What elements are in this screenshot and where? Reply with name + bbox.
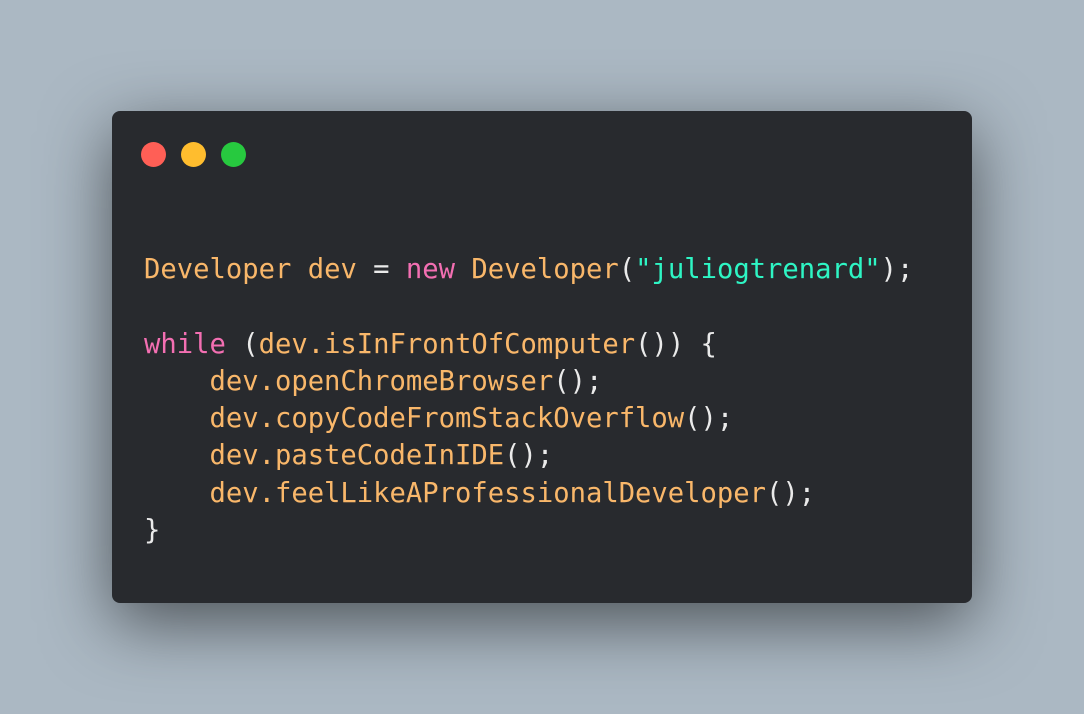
code-token-identifier: dev.openChromeBrowser — [209, 365, 554, 397]
code-token-plain: = — [356, 254, 406, 285]
code-token-string: "juliogtrenard" — [635, 254, 881, 285]
code-token-identifier: dev.feelLikeAProfessionalDeveloper — [209, 477, 767, 509]
minimize-button[interactable] — [181, 142, 206, 167]
code-token-plain: (); — [684, 403, 734, 435]
code-token-identifier: Developer — [144, 254, 292, 285]
code-line: Developer dev = new Developer("juliogtre… — [144, 251, 913, 288]
code-token-plain: (); — [504, 440, 554, 472]
code-line: } — [144, 512, 913, 549]
code-token-plain: ( — [225, 328, 259, 360]
code-line: dev.pasteCodeInIDE(); — [144, 437, 913, 474]
code-block: Developer dev = new Developer("juliogtre… — [144, 251, 913, 549]
window-controls — [141, 142, 246, 167]
code-token-plain: ( — [618, 254, 636, 285]
code-line: dev.openChromeBrowser(); — [144, 363, 913, 400]
code-token-identifier: dev.copyCodeFromStackOverflow — [209, 403, 685, 435]
code-token-identifier: dev.pasteCodeInIDE — [209, 440, 505, 472]
code-token-plain: } — [144, 515, 161, 547]
code-line: while (dev.isInFrontOfComputer()) { — [144, 326, 913, 363]
code-token-keyword: new — [405, 254, 456, 285]
code-token-plain: ()) { — [635, 328, 717, 360]
code-token-plain: ); — [880, 254, 914, 285]
code-token-identifier: dev.isInFrontOfComputer — [258, 328, 636, 360]
code-token-keyword: while — [144, 328, 226, 360]
code-window: Developer dev = new Developer("juliogtre… — [112, 111, 972, 603]
close-button[interactable] — [141, 142, 166, 167]
code-line: dev.feelLikeAProfessionalDeveloper(); — [144, 475, 913, 512]
code-token-identifier: dev — [307, 254, 357, 285]
maximize-button[interactable] — [221, 142, 246, 167]
code-token-plain: (); — [766, 477, 816, 509]
code-token-plain: (); — [553, 365, 603, 397]
code-token-identifier: Developer — [471, 254, 619, 285]
code-line: dev.copyCodeFromStackOverflow(); — [144, 400, 913, 437]
